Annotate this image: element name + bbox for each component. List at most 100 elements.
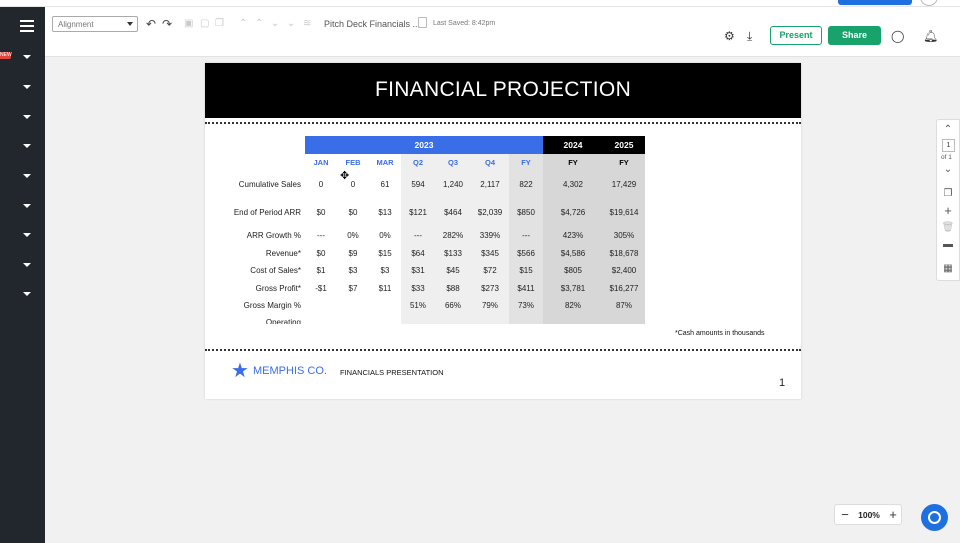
help-button[interactable] [921, 504, 948, 531]
table-cell: 594 [401, 171, 435, 198]
hamburger-menu-icon[interactable] [20, 20, 34, 32]
bring-forward-icon[interactable]: ⌃ [239, 17, 247, 31]
lock-icon[interactable]: ▢ [200, 17, 209, 31]
slide-title[interactable]: FINANCIAL PROJECTION [205, 78, 801, 102]
subheader-q3: Q3 [435, 153, 471, 171]
download-icon[interactable]: ⤓ [747, 29, 752, 43]
alignment-select[interactable]: Alignment [52, 16, 138, 32]
sidebar-chevron-down-icon[interactable] [23, 204, 31, 208]
table-cell [603, 314, 645, 324]
table-cell: $4,586 [543, 244, 603, 262]
sidebar-chevron-down-icon[interactable] [23, 144, 31, 148]
group-icon[interactable]: ▣ [184, 17, 193, 31]
table-cell: $850 [509, 198, 543, 227]
sidebar-chevron-down-icon[interactable] [23, 292, 31, 296]
document-title[interactable]: Pitch Deck Financials ... [324, 19, 420, 29]
sidebar-chevron-down-icon[interactable] [23, 55, 31, 59]
row-label: Operating [231, 315, 305, 324]
top-action-button[interactable] [838, 0, 912, 5]
zoom-level[interactable]: 100% [853, 510, 885, 520]
sidebar-chevron-down-icon[interactable] [23, 263, 31, 267]
subheader-fy-2025: FY [603, 153, 645, 171]
chevron-up-icon[interactable]: ⌃ [937, 125, 959, 135]
table-cell: $72 [471, 262, 509, 280]
table-cell: $1 [316, 266, 326, 276]
table-cell: $33 [401, 279, 435, 297]
table-row: Operating [231, 314, 645, 324]
table-cell [305, 315, 337, 324]
brand-name[interactable]: MEMPHIS CO. [253, 365, 327, 377]
grid-view-icon[interactable]: ▦ [937, 264, 959, 274]
sidebar-chevron-down-icon[interactable] [23, 233, 31, 237]
layers-icon[interactable]: ≋ [303, 17, 311, 31]
sidebar-chevron-down-icon[interactable] [23, 115, 31, 119]
table-cell: --- [509, 227, 543, 245]
comment-icon[interactable]: ◯ [891, 29, 904, 43]
gear-icon[interactable]: ⚙ [724, 29, 735, 43]
table-cell: 0 [318, 180, 324, 189]
sidebar-chevron-down-icon[interactable] [23, 85, 31, 89]
send-back-icon[interactable]: ⌄ [271, 17, 279, 31]
row-label-text: Operating [265, 318, 301, 324]
footer-text[interactable]: FINANCIALS PRESENTATION [340, 368, 444, 377]
table-cell [337, 315, 369, 324]
table-cell [543, 314, 603, 324]
table-row: Cost of Sales* $1 $3 $3 $31 $45 $72 $15 … [231, 262, 645, 280]
row-label: Gross Profit* [255, 283, 301, 293]
page-number-input[interactable]: 1 [942, 139, 955, 152]
table-cell: $88 [435, 279, 471, 297]
redo-icon[interactable]: ↷ [162, 17, 172, 31]
table-cell: 822 [509, 171, 543, 198]
page-navigator-panel: ⌃ 1 of 1 ⌄ ❐ + 🗑︎ ▬ ▦ [936, 119, 960, 281]
table-row: ARR Growth % --- 0% 0% --- 282% 339% ---… [231, 227, 645, 245]
slide-page-number[interactable]: 1 [779, 377, 785, 389]
table-cell: $64 [401, 244, 435, 262]
table-cell: 282% [435, 227, 471, 245]
table-cell: $3 [380, 266, 390, 276]
row-label: Revenue* [265, 248, 301, 258]
undo-icon[interactable]: ↶ [146, 17, 156, 31]
zoom-in-button[interactable]: + [885, 507, 901, 522]
subheader-fy-2024: FY [543, 153, 603, 171]
table-cell: 339% [471, 227, 509, 245]
send-backward-icon[interactable]: ⌃ [255, 17, 263, 31]
dotted-divider [205, 122, 801, 124]
sidebar-chevron-down-icon[interactable] [23, 174, 31, 178]
financial-table[interactable]: 2023 2024 2025 JAN FEB MAR Q2 Q3 Q4 FY F… [231, 136, 645, 324]
left-sidebar: NEW [0, 7, 45, 543]
subheader-jan: JAN [313, 157, 329, 167]
table-cell: $7 [348, 283, 358, 293]
page-count: of 1 [941, 154, 952, 161]
table-cell: $0 [316, 208, 326, 217]
chevron-down-icon[interactable]: ⌄ [937, 165, 959, 175]
table-row: Cumulative Sales 0 0 61 594 1,240 2,117 … [231, 171, 645, 198]
duplicate-icon[interactable]: ❐ [215, 17, 224, 31]
trash-icon[interactable]: 🗑︎ [937, 223, 959, 233]
table-cell: $4,726 [543, 198, 603, 227]
share-button[interactable]: Share [828, 26, 881, 45]
bell-icon[interactable]: 🔔︎ [923, 29, 938, 43]
avatar[interactable] [920, 0, 938, 6]
row-label: End of Period ARR [233, 208, 301, 217]
table-cell: $45 [435, 262, 471, 280]
add-page-icon[interactable]: + [937, 204, 959, 217]
duplicate-page-icon[interactable]: ❐ [937, 189, 959, 199]
bring-front-icon[interactable]: ⌄ [287, 17, 295, 31]
new-badge: NEW [0, 52, 12, 59]
title-banner[interactable]: FINANCIAL PROJECTION [205, 63, 801, 118]
zoom-out-button[interactable]: − [837, 507, 853, 522]
notes-icon[interactable]: ▬ [937, 240, 959, 250]
table-cell: $19,614 [603, 198, 645, 227]
table-cell: $0 [316, 248, 326, 258]
table-cell: 51% [401, 297, 435, 315]
table-cell [401, 314, 435, 324]
cash-footnote[interactable]: *Cash amounts in thousands [675, 330, 765, 337]
top-toolbar: Alignment ↶ ↷ ▣ ▢ ❐ ⌃ ⌃ ⌄ ⌄ ≋ Pitch Deck… [45, 7, 960, 57]
table-cell [305, 297, 337, 315]
slide[interactable]: FINANCIAL PROJECTION 2023 2024 2025 JAN … [205, 63, 801, 399]
table-cell: $0 [348, 208, 358, 217]
present-button[interactable]: Present [770, 26, 822, 45]
table-cell: $9 [348, 248, 358, 258]
subheader-mar: MAR [376, 157, 394, 167]
subheader-feb: FEB [345, 157, 361, 167]
